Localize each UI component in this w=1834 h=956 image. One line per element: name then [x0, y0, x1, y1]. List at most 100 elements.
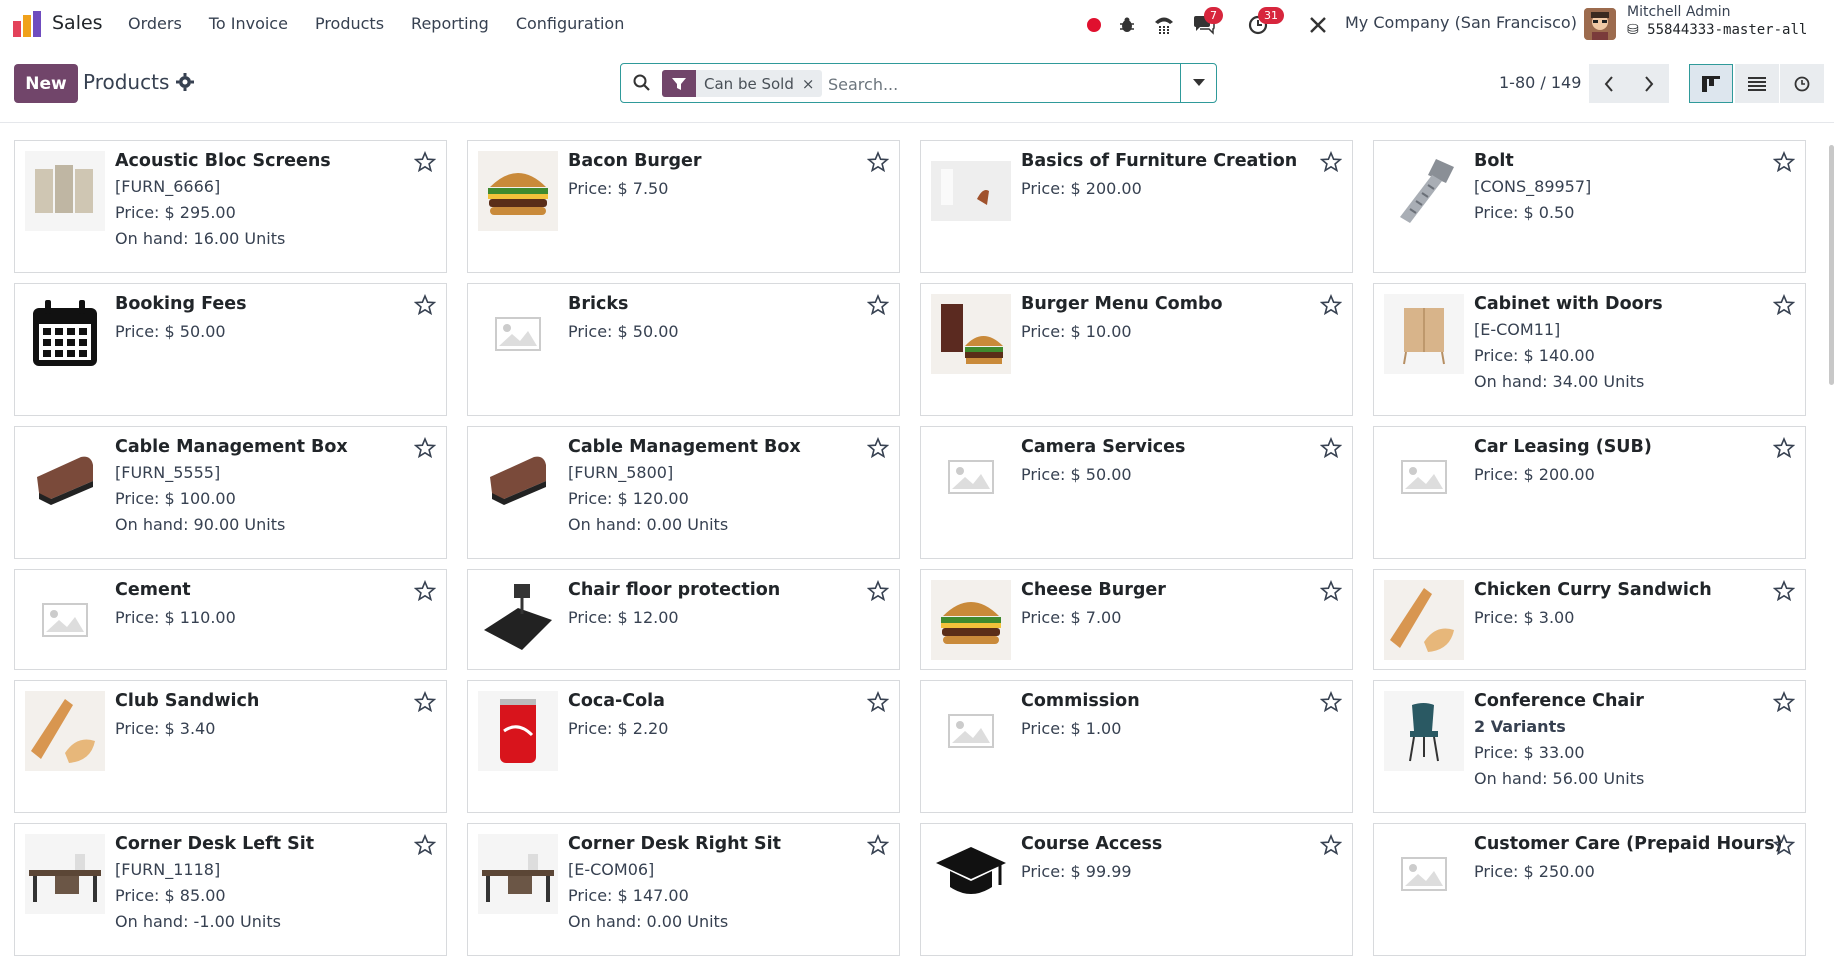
- debug-bug-icon[interactable]: [1114, 12, 1140, 38]
- breadcrumb: Products: [83, 70, 170, 94]
- product-price: Price: $ 200.00: [1021, 179, 1142, 198]
- placeholder-image: [25, 580, 105, 660]
- chevron-right-icon: [1645, 75, 1654, 92]
- favorite-star-icon[interactable]: [866, 579, 890, 602]
- favorite-star-icon[interactable]: [1772, 150, 1796, 173]
- product-card[interactable]: Car Leasing (SUB) Price: $ 200.00: [1373, 426, 1806, 559]
- pager-next-button[interactable]: [1629, 64, 1669, 103]
- favorite-star-icon[interactable]: [1319, 150, 1343, 173]
- product-card[interactable]: Cable Management Box [FURN_5555] Price: $ …: [14, 426, 447, 559]
- favorite-star-icon[interactable]: [1772, 293, 1796, 316]
- product-card[interactable]: Acoustic Bloc Screens [FURN_6666] Price: $…: [14, 140, 447, 273]
- favorite-star-icon[interactable]: [413, 690, 437, 713]
- favorite-star-icon[interactable]: [1772, 690, 1796, 713]
- favorite-star-icon[interactable]: [866, 833, 890, 856]
- product-card[interactable]: Basics of Furniture Creation Price: $ 200…: [920, 140, 1353, 273]
- product-card[interactable]: Cabinet with Doors [E-COM11] Price: $ 140.…: [1373, 283, 1806, 416]
- activity-view-button[interactable]: [1780, 64, 1824, 103]
- favorite-star-icon[interactable]: [866, 436, 890, 459]
- product-card[interactable]: Booking Fees Price: $ 50.00: [14, 283, 447, 416]
- menu-to-invoice[interactable]: To Invoice: [209, 14, 288, 33]
- menu-configuration[interactable]: Configuration: [516, 14, 625, 33]
- product-card[interactable]: Cheese Burger Price: $ 7.00: [920, 569, 1353, 670]
- menu-reporting[interactable]: Reporting: [411, 14, 489, 33]
- product-card[interactable]: Chicken Curry Sandwich Price: $ 3.00: [1373, 569, 1806, 670]
- product-card[interactable]: Cable Management Box [FURN_5800] Price: $ …: [467, 426, 900, 559]
- sales-app-icon[interactable]: [13, 11, 41, 37]
- product-name: Coca-Cola: [568, 691, 665, 711]
- product-name: Cabinet with Doors: [1474, 294, 1663, 314]
- favorite-star-icon[interactable]: [413, 579, 437, 602]
- menu-products[interactable]: Products: [315, 14, 384, 33]
- new-button[interactable]: New: [14, 64, 78, 103]
- search-options-toggle[interactable]: [1180, 64, 1216, 102]
- product-name: Course Access: [1021, 834, 1163, 854]
- product-card[interactable]: Bolt [CONS_89957] Price: $ 0.50: [1373, 140, 1806, 273]
- bolt-image: [1384, 151, 1464, 231]
- favorite-star-icon[interactable]: [1772, 579, 1796, 602]
- product-card[interactable]: Commission Price: $ 1.00: [920, 680, 1353, 813]
- product-card[interactable]: Cement Price: $ 110.00: [14, 569, 447, 670]
- favorite-star-icon[interactable]: [413, 293, 437, 316]
- favorite-star-icon[interactable]: [1319, 293, 1343, 316]
- filter-icon: [662, 70, 696, 97]
- scrollbar[interactable]: [1829, 145, 1834, 385]
- product-card[interactable]: Bacon Burger Price: $ 7.50: [467, 140, 900, 273]
- product-price: Price: $ 0.50: [1474, 203, 1575, 222]
- product-name: Bolt: [1474, 151, 1514, 171]
- product-reference: [FURN_5555]: [115, 463, 221, 482]
- product-card[interactable]: Chair floor protection Price: $ 12.00: [467, 569, 900, 670]
- database-name: ⛁ 55844333-master-all: [1627, 22, 1808, 38]
- company-switcher[interactable]: My Company (San Francisco): [1345, 13, 1577, 32]
- search-input[interactable]: [828, 73, 1158, 95]
- product-card[interactable]: Coca-Cola Price: $ 2.20: [467, 680, 900, 813]
- product-name: Cement: [115, 580, 191, 600]
- cable-box-image: [25, 437, 105, 517]
- settings-tools-icon[interactable]: [1305, 12, 1331, 38]
- favorite-star-icon[interactable]: [866, 690, 890, 713]
- favorite-star-icon[interactable]: [1319, 579, 1343, 602]
- avatar[interactable]: [1584, 8, 1616, 40]
- facet-remove-button[interactable]: ×: [802, 75, 823, 93]
- sandwich-image: [25, 691, 105, 771]
- product-card[interactable]: Camera Services Price: $ 50.00: [920, 426, 1353, 559]
- favorite-star-icon[interactable]: [413, 150, 437, 173]
- desk-image: [478, 834, 558, 914]
- cabinet-image: [1384, 294, 1464, 374]
- product-card[interactable]: Course Access Price: $ 99.99: [920, 823, 1353, 956]
- product-card[interactable]: Bricks Price: $ 50.00: [467, 283, 900, 416]
- product-price: Price: $ 85.00: [115, 886, 226, 905]
- product-price: Price: $ 3.00: [1474, 608, 1575, 627]
- top-navbar: Sales Orders To Invoice Products Reporti…: [0, 0, 1834, 48]
- activity-clock-icon[interactable]: 31: [1245, 7, 1284, 38]
- gear-icon[interactable]: [176, 73, 194, 91]
- favorite-star-icon[interactable]: [1319, 690, 1343, 713]
- product-card[interactable]: Corner Desk Right Sit [E-COM06] Price: $ 1…: [467, 823, 900, 956]
- facet-label: Can be Sold: [704, 74, 794, 93]
- product-card[interactable]: Club Sandwich Price: $ 3.40: [14, 680, 447, 813]
- user-name[interactable]: Mitchell Admin: [1627, 4, 1731, 20]
- product-card[interactable]: Customer Care (Prepaid Hours) Price: $ 25…: [1373, 823, 1806, 956]
- menu-orders[interactable]: Orders: [128, 14, 182, 33]
- kanban-view-button[interactable]: [1689, 64, 1733, 103]
- phone-icon[interactable]: [1151, 12, 1177, 38]
- product-card[interactable]: Burger Menu Combo Price: $ 10.00: [920, 283, 1353, 416]
- favorite-star-icon[interactable]: [866, 150, 890, 173]
- favorite-star-icon[interactable]: [866, 293, 890, 316]
- favorite-star-icon[interactable]: [1319, 833, 1343, 856]
- favorite-star-icon[interactable]: [413, 436, 437, 459]
- graduation-cap-icon: [931, 834, 1011, 914]
- app-name[interactable]: Sales: [52, 12, 103, 34]
- favorite-star-icon[interactable]: [1319, 436, 1343, 459]
- product-card[interactable]: Corner Desk Left Sit [FURN_1118] Price: $ …: [14, 823, 447, 956]
- favorite-star-icon[interactable]: [1772, 833, 1796, 856]
- recording-dot-icon[interactable]: [1081, 12, 1107, 38]
- product-card[interactable]: Conference Chair 2 Variants Price: $ 33.00…: [1373, 680, 1806, 813]
- search-icon[interactable]: [633, 74, 651, 92]
- pager-previous-button[interactable]: [1589, 64, 1629, 103]
- favorite-star-icon[interactable]: [413, 833, 437, 856]
- pager-value[interactable]: 1-80 / 149: [1499, 73, 1581, 92]
- list-view-button[interactable]: [1735, 64, 1779, 103]
- messages-icon[interactable]: 7: [1191, 7, 1223, 38]
- favorite-star-icon[interactable]: [1772, 436, 1796, 459]
